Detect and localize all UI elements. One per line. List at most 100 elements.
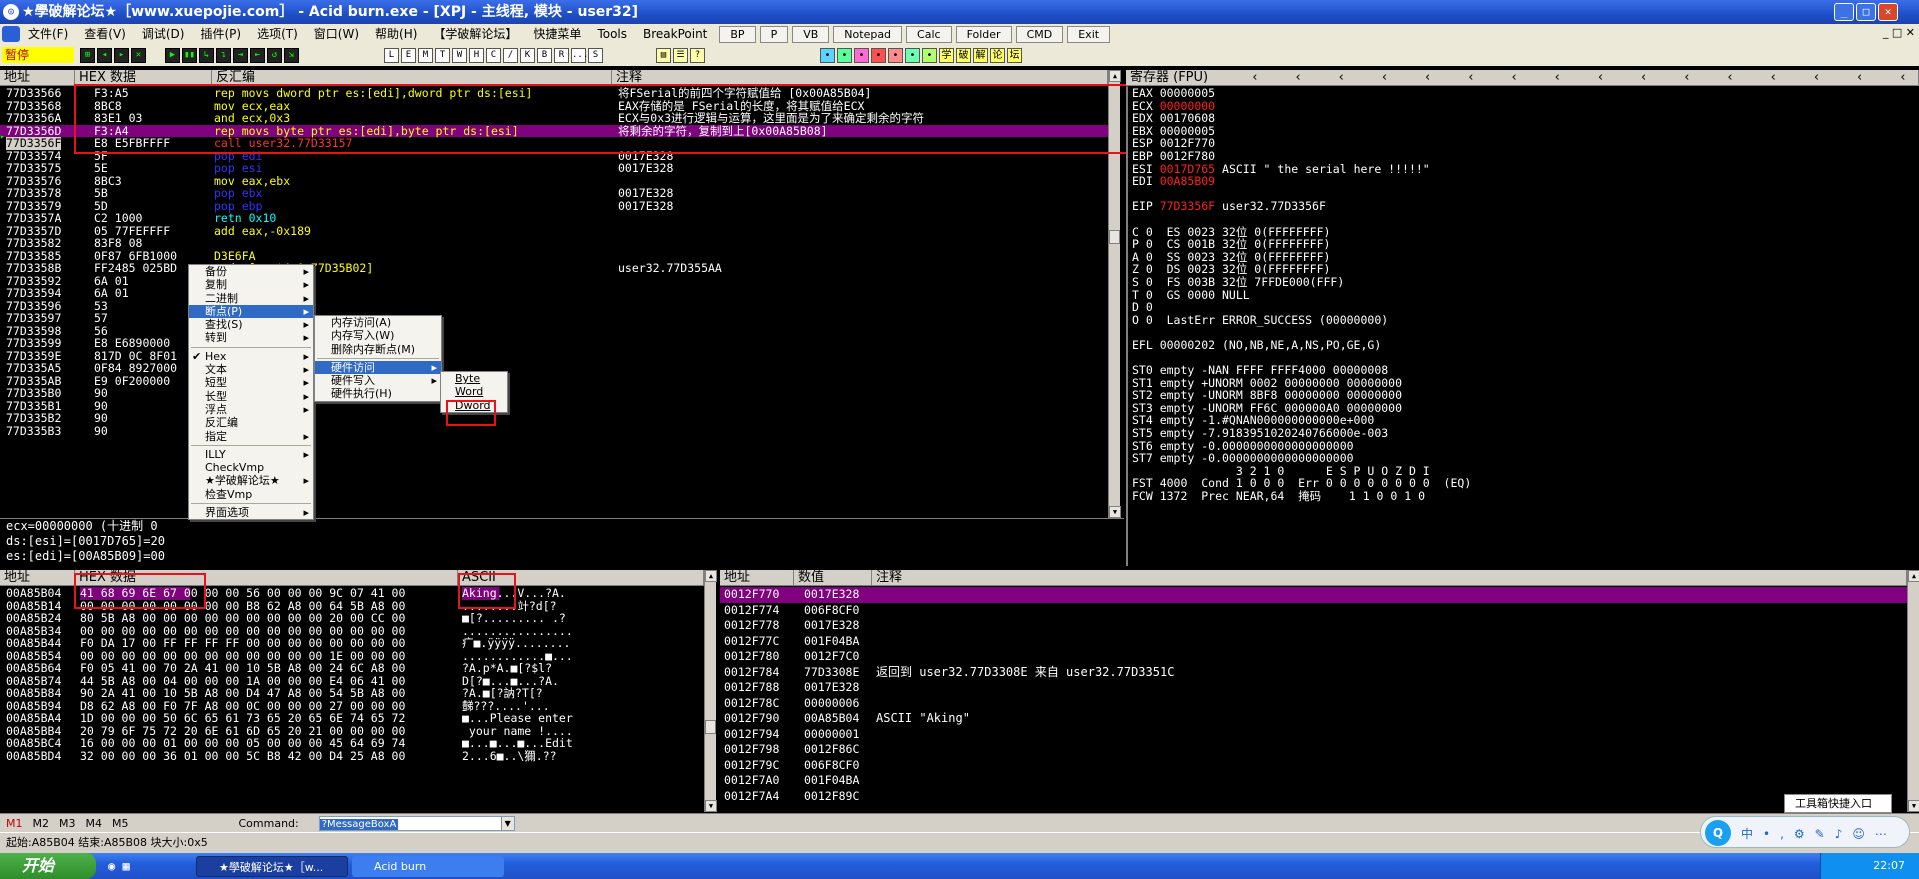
- view-window-button[interactable]: H: [469, 48, 484, 63]
- disasm-row[interactable]: 77D335B3 90: [0, 424, 1108, 438]
- dump-row[interactable]: 00A85BD4 32 00 00 00 36 01 00 00 5C B8 42…: [0, 749, 704, 763]
- memory-tab[interactable]: M5: [112, 817, 129, 830]
- context-menu-item[interactable]: 转到 ▸: [189, 331, 313, 344]
- context-menu-item[interactable]: 复制 ▸: [189, 278, 313, 291]
- menu-quick-button[interactable]: Notepad: [833, 25, 903, 43]
- dump-row[interactable]: 00A85B24 80 5B A8 00 00 00 00 00 00 00 00…: [0, 612, 704, 625]
- dump-addr-header[interactable]: 地址: [0, 570, 75, 586]
- view-window-button[interactable]: /: [503, 48, 518, 63]
- memory-tab[interactable]: M2: [33, 817, 50, 830]
- dump-pane[interactable]: 00A85B04 41 68 69 6E 67 00 00 00 56 00 00…: [0, 587, 704, 812]
- input-method-bar[interactable]: Q 中•,⚙✎♪☺⋯: [1700, 816, 1910, 848]
- menu-quick-button[interactable]: Exit: [1067, 25, 1111, 43]
- stack-row[interactable]: 0012F790 00A85B04 ASCII "Aking": [720, 711, 1907, 727]
- app-icon[interactable]: ⊙: [3, 4, 19, 20]
- menu-item[interactable]: 窗口(W): [306, 24, 367, 44]
- hw-size-item[interactable]: Byte: [441, 372, 507, 385]
- debug-control-icon[interactable]: ▶: [165, 48, 180, 63]
- menu-quick-button[interactable]: Calc: [906, 25, 952, 43]
- options-icon[interactable]: ?: [690, 48, 705, 63]
- view-window-button[interactable]: E: [401, 48, 416, 63]
- disasm-row[interactable]: 77D335B1 90: [0, 399, 1108, 413]
- menu-item[interactable]: 调试(D): [134, 24, 193, 44]
- view-window-button[interactable]: ...: [571, 48, 588, 63]
- dump-row[interactable]: 00A85B84 90 2A 41 00 10 5B A8 00 D4 47 A8…: [0, 687, 704, 700]
- register-line[interactable]: ECX 00000000: [1128, 99, 1919, 113]
- scroll-thumb[interactable]: [705, 720, 716, 734]
- view-window-button[interactable]: K: [520, 48, 535, 63]
- stack-addr-header[interactable]: 地址: [720, 570, 794, 586]
- breakpoint-submenu[interactable]: 内存访问(A) 内存写入(W) 删除内存断点(M) 硬件访问 ▸ 硬件写入 ▸ 硬件执行(H): [314, 315, 442, 402]
- context-menu-item[interactable]: 界面选项 ▸: [189, 506, 313, 519]
- plugin-tool-icon[interactable]: •: [888, 48, 903, 63]
- stack-row[interactable]: 0012F784 77D3308E 返回到 user32.77D3308E 来自 u…: [720, 665, 1907, 681]
- debug-control-icon[interactable]: ▸: [114, 48, 129, 63]
- context-menu-item[interactable]: ✔ Hex ▸: [189, 350, 313, 363]
- register-nav-arrows-icon[interactable]: ‹‹‹‹‹‹‹‹‹‹‹‹‹‹‹‹‹: [1252, 70, 1918, 85]
- menu-quick-button[interactable]: BP: [719, 25, 756, 43]
- scroll-down-icon[interactable]: ▼: [1908, 800, 1919, 812]
- menu-item[interactable]: 查看(V): [76, 24, 134, 44]
- disasm-row[interactable]: 77D33592 6A 01: [0, 274, 1108, 288]
- context-menu[interactable]: 备份 ▸ 复制 ▸ 二进制 ▸ 断点(P) ▸ 查找(S) ▸ 转到 ▸ ✔ Hex ▸ 文本 ▸ 短型 ▸ 长型 ▸ 浮…: [188, 264, 314, 521]
- maximize-button[interactable]: □: [1856, 3, 1876, 21]
- ime-tool-icons[interactable]: 中•,⚙✎♪☺⋯: [1741, 825, 1897, 842]
- debug-control-icon[interactable]: ↺: [267, 48, 282, 63]
- view-window-button[interactable]: S: [588, 48, 603, 63]
- disasm-row[interactable]: 77D33597 57: [0, 312, 1108, 325]
- forum-tool-button[interactable]: 论: [990, 48, 1005, 63]
- menu-item[interactable]: 选项(T): [249, 24, 306, 44]
- plugin-tool-icon[interactable]: •: [820, 48, 835, 63]
- forum-tool-button[interactable]: 解: [973, 48, 988, 63]
- plugin-tool-icon[interactable]: •: [837, 48, 852, 63]
- context-menu-item[interactable]: 断点(P) ▸: [189, 304, 313, 319]
- memory-tab[interactable]: M4: [86, 817, 103, 830]
- stack-value-header[interactable]: 数值: [794, 570, 872, 586]
- disasm-row[interactable]: 77D33599 E8 E6890000: [0, 337, 1108, 350]
- stack-row[interactable]: 0012F7A4 0012F89C: [720, 789, 1907, 805]
- view-window-button[interactable]: R: [554, 48, 569, 63]
- menu-item[interactable]: 帮助(H): [367, 24, 425, 44]
- quicklaunch-icons[interactable]: ◉ ▦: [108, 859, 130, 873]
- plugin-tool-icon[interactable]: •: [905, 48, 920, 63]
- context-menu-item[interactable]: 备份 ▸: [189, 265, 313, 278]
- view-window-button[interactable]: L: [384, 48, 399, 63]
- disasm-row[interactable]: 77D33578 5B pop ebx 0017E328: [0, 187, 1108, 200]
- breakpoint-menu-item[interactable]: 硬件执行(H): [315, 387, 441, 400]
- breakpoint-menu-item[interactable]: 硬件访问 ▸: [315, 360, 441, 375]
- context-menu-item[interactable]: 查找(S) ▸: [189, 318, 313, 331]
- disasm-row[interactable]: 77D335B2 90: [0, 412, 1108, 425]
- context-menu-item[interactable]: 长型 ▸: [189, 390, 313, 403]
- register-line[interactable]: EAX 00000005: [1128, 87, 1919, 100]
- stack-row[interactable]: 0012F78C 00000006: [720, 696, 1907, 712]
- debug-control-icon[interactable]: ⊞: [80, 48, 95, 63]
- dump-row[interactable]: 00A85BA4 1D 00 00 00 50 6C 65 61 73 65 20…: [0, 712, 704, 725]
- menu-quick-button[interactable]: CMD: [1015, 25, 1064, 43]
- hw-size-item[interactable]: Word: [441, 385, 507, 398]
- register-line[interactable]: FCW 1372 Prec NEAR,64 掩码 1 1 0 0 1 0: [1128, 490, 1919, 503]
- plugin-tool-icon[interactable]: •: [922, 48, 937, 63]
- memory-tab[interactable]: M3: [59, 817, 76, 830]
- registers-header[interactable]: 寄存器 (FPU) ‹‹‹‹‹‹‹‹‹‹‹‹‹‹‹‹‹: [1126, 70, 1919, 86]
- plugin-tool-icon[interactable]: •: [854, 48, 869, 63]
- disasm-row[interactable]: 77D335A50F84 8927000D35D34: [0, 362, 1108, 375]
- disasm-row[interactable]: 77D33576 8BC3 mov eax,ebx: [0, 174, 1108, 188]
- stack-scrollbar[interactable]: ▲ ▼: [1907, 570, 1919, 812]
- debug-control-icon[interactable]: ↴: [216, 48, 231, 63]
- menu-item[interactable]: 插件(P): [192, 24, 249, 44]
- mdi-controls[interactable]: _ □ ✕: [1883, 26, 1915, 39]
- stack-row[interactable]: 0012F774 006F8CF0: [720, 603, 1907, 619]
- breakpoint-menu-item[interactable]: 删除内存断点(M): [315, 343, 441, 356]
- register-line[interactable]: EFL 00000202 (NO,NB,NE,A,NS,PO,GE,G): [1128, 339, 1919, 352]
- view-window-button[interactable]: W: [452, 48, 467, 63]
- menu-quick-button[interactable]: P: [759, 25, 789, 43]
- context-menu-item[interactable]: 文本 ▸: [189, 363, 313, 376]
- view-window-button[interactable]: B: [537, 48, 552, 63]
- scroll-thumb[interactable]: [1109, 230, 1120, 244]
- stack-row[interactable]: 0012F798 0012F86C: [720, 742, 1907, 758]
- stack-comment-header[interactable]: 注释: [872, 570, 1907, 586]
- debug-control-icon[interactable]: ▮▮: [182, 48, 197, 63]
- disasm-row[interactable]: 77D33575 5E pop esi 0017E328: [0, 162, 1108, 175]
- close-button[interactable]: ✕: [1878, 3, 1898, 21]
- register-line[interactable]: EBX 00000005: [1128, 124, 1919, 138]
